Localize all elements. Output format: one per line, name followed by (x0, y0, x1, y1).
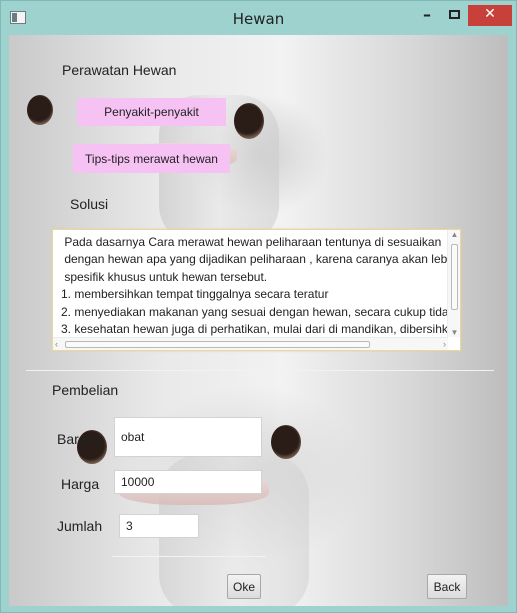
scroll-left-icon[interactable]: ‹ (55, 338, 58, 350)
solution-text-area[interactable]: Pada dasarnya Cara merawat hewan pelihar… (52, 229, 461, 351)
vertical-scroll-thumb[interactable] (451, 244, 458, 310)
solution-label: Solusi (70, 196, 109, 212)
quantity-input[interactable] (119, 514, 199, 538)
title-bar[interactable]: Hewan – ✕ (1, 1, 516, 35)
minimize-button[interactable]: – (413, 5, 441, 26)
disease-button[interactable]: Penyakit-penyakit (77, 98, 226, 126)
vertical-scrollbar[interactable]: ▲ ▼ (447, 230, 460, 337)
item-label: Barang (57, 431, 103, 447)
care-tips-button[interactable]: Tips-tips merawat hewan (73, 144, 230, 173)
horizontal-scroll-thumb[interactable] (65, 341, 370, 348)
horizontal-scrollbar[interactable]: ‹ › (53, 337, 448, 350)
price-label: Harga (61, 476, 100, 492)
form-divider (112, 556, 266, 557)
ostrich-eye-left-top (27, 95, 53, 125)
close-button[interactable]: ✕ (468, 5, 512, 26)
back-button[interactable]: Back (427, 574, 467, 599)
maximize-icon (448, 10, 460, 19)
quantity-label: Jumlah (57, 518, 103, 534)
price-input[interactable] (114, 470, 262, 494)
content-panel: Perawatan Hewan Penyakit-penyakit Tips-t… (9, 35, 508, 606)
ostrich-eye-right-top (234, 103, 264, 139)
app-window: Hewan – ✕ Perawatan Hewan Penyakit-penya… (0, 0, 517, 613)
section-divider (26, 370, 494, 371)
item-input[interactable] (114, 417, 262, 457)
ok-button[interactable]: Oke (227, 574, 261, 599)
solution-text[interactable]: Pada dasarnya Cara merawat hewan pelihar… (53, 230, 448, 337)
care-heading: Perawatan Hewan (62, 62, 177, 78)
maximize-button[interactable] (441, 5, 467, 26)
ostrich-eye-right-bottom (271, 425, 301, 459)
scroll-right-icon[interactable]: › (443, 338, 446, 350)
scroll-up-icon[interactable]: ▲ (448, 230, 461, 239)
scroll-down-icon[interactable]: ▼ (448, 328, 461, 337)
purchase-heading: Pembelian (52, 382, 119, 398)
